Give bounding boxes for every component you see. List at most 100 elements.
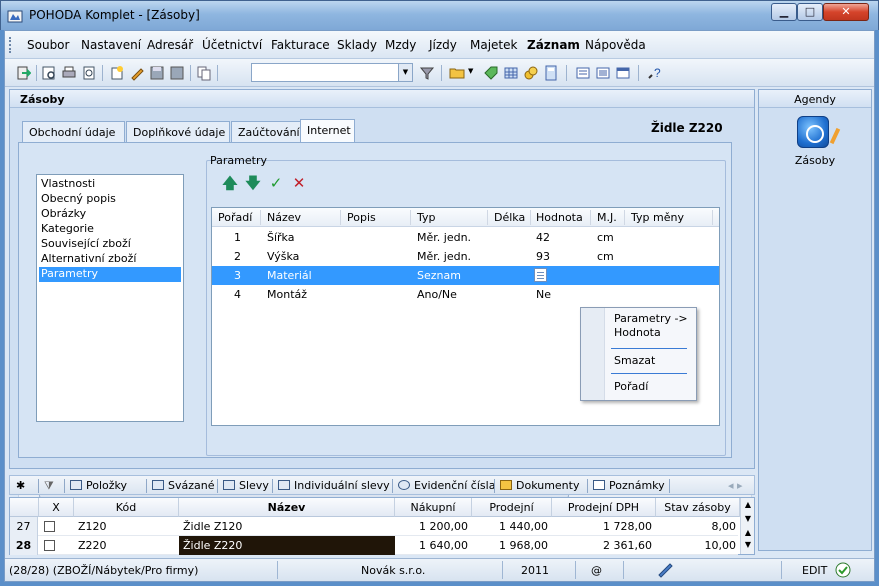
parameter-row[interactable]: 1 Šířka Měr. jedn. 42 cm [212,228,719,247]
table-icon[interactable] [503,65,519,81]
minimize-button[interactable]: ▁ [771,3,797,21]
scroll-up-icon[interactable]: ▲ [741,500,755,509]
cell-name-selected[interactable]: Židle Z220 [179,536,395,555]
menu-fakturace[interactable]: Fakturace [271,38,330,52]
preview-icon[interactable] [41,65,57,81]
context-item-smazat[interactable]: Smazat [614,354,655,367]
row-checkbox[interactable] [44,521,55,532]
bottom-tab-svazane[interactable]: Svázané [152,479,215,492]
tab-doplnkove-udaje[interactable]: Doplňkové údaje [126,121,230,143]
menu-nastaveni[interactable]: Nastavení [81,38,141,52]
inventory-grid[interactable]: X Kód Název Nákupní Prodejní Prodejní DP… [9,497,755,555]
table-row-selected[interactable]: 28 Z220 Židle Z220 1 640,00 1 968,00 2 3… [10,536,738,555]
help-icon[interactable]: ? [646,65,662,81]
param-value: 93 [536,250,550,263]
copy-icon[interactable] [196,65,212,81]
bottom-tab-slevy[interactable]: Slevy [223,479,269,492]
tabs-scroll-icon[interactable]: ◂ ▸ [728,479,743,492]
bottom-tab-individualni-slevy[interactable]: Individuální slevy [278,479,390,492]
section-list[interactable]: Vlastnosti Obecný popis Obrázky Kategori… [36,174,184,422]
vertical-scrollbar[interactable]: ▲ ▼ ▲ ▼ [740,498,754,554]
menu-zaznam[interactable]: Záznam [527,38,580,52]
column-header-poradi[interactable]: Pořadí [218,211,252,224]
asterisk-icon[interactable]: ✱ [16,479,25,492]
column-header-x[interactable]: X [39,498,74,517]
menu-soubor[interactable]: Soubor [27,38,69,52]
move-up-icon[interactable]: 🡅 [222,175,238,191]
scroll-page-down-icon[interactable]: ▼ [741,540,755,549]
tag-icon[interactable] [483,65,499,81]
menu-grip[interactable] [9,37,12,53]
confirm-icon[interactable]: ✓ [268,175,284,191]
filter-icon[interactable]: ⧩ [44,479,54,493]
section-item-parametry[interactable]: Parametry [39,267,181,282]
menu-jizdy[interactable]: Jízdy [429,38,457,52]
bottom-tab-dokumenty[interactable]: Dokumenty [500,479,579,492]
scroll-down-icon[interactable]: ▼ [741,514,755,523]
calculator-icon[interactable] [543,65,559,81]
zasoby-agenda-icon[interactable] [797,116,829,148]
menu-majetek[interactable]: Majetek [470,38,517,52]
move-down-icon[interactable]: 🡇 [245,175,261,191]
exit-icon[interactable] [15,65,31,81]
new-record-icon[interactable] [109,65,125,81]
menu-ucetnictvi[interactable]: Účetnictví [202,38,262,52]
section-item-kategorie[interactable]: Kategorie [39,222,181,237]
column-header-popis[interactable]: Popis [347,211,376,224]
svg-text:?: ? [654,66,661,80]
menu-adresar[interactable]: Adresář [147,38,193,52]
coins-icon[interactable] [523,65,539,81]
row-checkbox[interactable] [44,540,55,551]
menu-mzdy[interactable]: Mzdy [385,38,416,52]
section-item-souvisejici-zbozi[interactable]: Související zboží [39,237,181,252]
maximize-button[interactable]: □ [797,3,823,21]
parameter-row[interactable]: 2 Výška Měr. jedn. 93 cm [212,247,719,266]
column-header-stav-zasoby[interactable]: Stav zásoby [656,498,740,517]
quick-filter-combo[interactable]: ▼ [251,63,413,82]
zasoby-agenda-label[interactable]: Zásoby [759,154,871,167]
filter-icon[interactable] [419,65,435,81]
list-view-icon[interactable] [575,65,591,81]
save-close-icon[interactable] [169,65,185,81]
column-header-delka[interactable]: Délka [494,211,525,224]
bottom-tab-poznamky[interactable]: Poznámky [593,479,665,492]
section-item-obecny-popis[interactable]: Obecný popis [39,192,181,207]
table-row[interactable]: 27 Z120 Židle Z120 1 200,00 1 440,00 1 7… [10,517,738,536]
menu-napoveda[interactable]: Nápověda [585,38,646,52]
column-header-kod[interactable]: Kód [74,498,179,517]
column-header-hodnota[interactable]: Hodnota [536,211,583,224]
bottom-tab-polozky[interactable]: Položky [70,479,127,492]
folder-tools-icon[interactable] [449,65,465,81]
menu-sklady[interactable]: Sklady [337,38,377,52]
column-header-prodejni[interactable]: Prodejní [472,498,552,517]
edit-record-icon[interactable] [129,65,145,81]
form-view-icon[interactable] [595,65,611,81]
column-header-nazev[interactable]: Název [179,498,395,517]
column-header-nazev[interactable]: Název [267,211,301,224]
list-value-icon[interactable] [534,268,547,282]
section-item-alternativni-zbozi[interactable]: Alternativní zboží [39,252,181,267]
column-header-nakupni[interactable]: Nákupní [395,498,472,517]
tab-obchodni-udaje[interactable]: Obchodní údaje [22,121,125,143]
parameter-row[interactable]: 4 Montáž Ano/Ne Ne [212,285,719,304]
tab-zauctovani[interactable]: Zaúčtování [231,121,301,143]
close-button[interactable]: ✕ [823,3,869,21]
column-header-typ-meny[interactable]: Typ měny [631,211,684,224]
tab-internet[interactable]: Internet [300,119,355,143]
bottom-tab-evidencni-cisla[interactable]: Evidenční čísla [398,479,495,492]
print-icon[interactable] [61,65,77,81]
column-header-mj[interactable]: M.J. [597,211,617,224]
window-view-icon[interactable] [615,65,631,81]
parameter-row-selected[interactable]: 3 Materiál Seznam [212,266,719,285]
print-preview-icon[interactable] [81,65,97,81]
column-header-prodejni-dph[interactable]: Prodejní DPH [552,498,656,517]
delete-icon[interactable]: ✕ [291,175,307,191]
context-item-poradi[interactable]: Pořadí [614,380,648,393]
column-header-typ[interactable]: Typ [417,211,436,224]
save-icon[interactable] [149,65,165,81]
section-item-obrazky[interactable]: Obrázky [39,207,181,222]
scroll-page-up-icon[interactable]: ▲ [741,528,755,537]
section-item-vlastnosti[interactable]: Vlastnosti [39,177,181,192]
chevron-down-icon[interactable]: ▼ [468,67,473,75]
chevron-down-icon[interactable]: ▼ [398,64,412,81]
